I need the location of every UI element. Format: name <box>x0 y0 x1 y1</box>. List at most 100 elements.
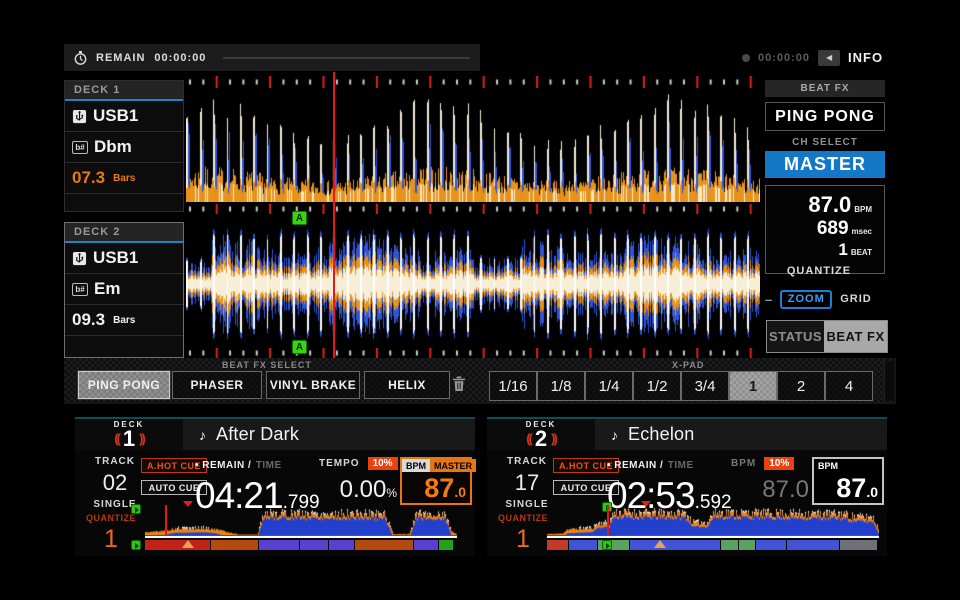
hot-cue-marker-icon <box>654 540 666 548</box>
hot-cue-marker-icon <box>182 540 194 548</box>
track-number-block: TRACK 17 SINGLE <box>501 456 553 510</box>
master-chip: MASTER <box>430 459 476 472</box>
beatfx-tab[interactable]: BEAT FX <box>824 321 887 352</box>
tempo-unit: % <box>386 486 397 500</box>
fx-button-vinyl-brake[interactable]: VINYL BRAKE <box>266 371 360 399</box>
playhead-line <box>333 72 335 360</box>
status-beatfx-toggle[interactable]: STATUS BEAT FX <box>766 320 888 353</box>
fx-button-ping-pong[interactable]: PING PONG <box>78 371 170 399</box>
status-tab[interactable]: STATUS <box>767 321 824 352</box>
fx-button-phaser[interactable]: PHASER <box>172 371 262 399</box>
usb-icon <box>72 251 87 266</box>
grid-button[interactable]: GRID <box>840 293 872 305</box>
bpm-dim-label: BPM <box>731 458 756 469</box>
status-dot <box>742 54 750 62</box>
xpad-cell-3-4[interactable]: 3/4 <box>681 371 729 401</box>
deck1-bars-row: 07.3 Bars <box>65 163 183 194</box>
track-number: 02 <box>89 470 141 496</box>
fx-button-helix[interactable]: HELIX <box>364 371 450 399</box>
bpm-dim-value: 87.0 <box>762 476 809 503</box>
fx-beat-value: 1 <box>838 240 847 260</box>
bpm-label: BPM <box>814 459 842 472</box>
overview-playhead <box>607 505 609 536</box>
track-title: Echelon <box>628 424 694 445</box>
deck2-bars-row: 09.3 Bars <box>65 305 183 336</box>
zoom-grid-row: – ZOOM GRID <box>765 289 887 309</box>
phrase-bar <box>547 540 877 550</box>
fx-strip: BEAT FX SELECT PING PONG PHASER VINYL BR… <box>64 358 896 404</box>
fx-msec-unit: msec <box>852 227 872 236</box>
xpad-cell-1[interactable]: 1 <box>729 371 777 401</box>
fx-beat-unit: BEAT <box>851 248 872 257</box>
bpm-value: 87 <box>836 473 866 503</box>
ch-select-label: CH SELECT <box>765 137 885 148</box>
deck2-source: USB1 <box>93 248 138 268</box>
track-label: TRACK <box>501 456 553 467</box>
deck2-source-row: USB1 <box>65 243 183 274</box>
bpm-box: BPM 87.0 <box>812 457 884 505</box>
cue-marker-icon <box>131 540 141 550</box>
deck1-bars-unit: Bars <box>113 173 135 184</box>
quantize-label: QUANTIZE <box>81 513 141 523</box>
xpad-cell-1-2[interactable]: 1/2 <box>633 371 681 401</box>
bpm-box: BPM MASTER 87.0 <box>400 457 472 505</box>
info-toggle-button[interactable]: ◀ <box>818 50 840 66</box>
deck1-titlebar: DECK (( 1 )) ♪ After Dark <box>75 417 475 450</box>
tempo-range-badge: 10% <box>764 457 794 470</box>
xpad-cell-1-4[interactable]: 1/4 <box>585 371 633 401</box>
track-title: After Dark <box>216 424 299 445</box>
deck2-overview[interactable] <box>547 503 879 553</box>
remain-bar: REMAIN 00:00:00 <box>64 44 480 71</box>
deck1-badge: DECK (( 1 )) <box>75 419 183 450</box>
bpm-frac: .0 <box>454 484 466 500</box>
beatfx-effect-display[interactable]: PING PONG <box>765 102 885 131</box>
elapsed-time: 00:00:00 <box>758 52 810 64</box>
progress-line <box>145 535 457 538</box>
deck2-info-panel[interactable]: DECK 2 USB1 b# Em 09.3 Bars <box>64 222 184 358</box>
deck1-source-row: USB1 <box>65 101 183 132</box>
left-triangle-icon: ◀ <box>826 53 832 62</box>
mid-beat-ticks <box>186 204 760 214</box>
track-number-block: TRACK 02 SINGLE <box>89 456 141 510</box>
deck2-key-row: b# Em <box>65 274 183 305</box>
remain-label: REMAIN <box>96 52 145 64</box>
music-note-icon: ♪ <box>199 427 206 443</box>
remain-progress-line <box>223 57 470 59</box>
tempo-range-badge: 10% <box>368 457 398 470</box>
deck2-main-waveform[interactable] <box>186 228 760 340</box>
deck2-overview-waveform[interactable] <box>547 505 879 535</box>
tempo-value: 0.00 <box>340 476 387 503</box>
deck1-beat-ticks <box>186 76 760 88</box>
deck1-cue-a-marker: A <box>292 211 307 225</box>
delete-icon[interactable] <box>452 376 466 397</box>
xpad-cell-4[interactable]: 4 <box>825 371 873 401</box>
quantize-label: QUANTIZE <box>493 513 553 523</box>
xpad-cell-2[interactable]: 2 <box>777 371 825 401</box>
fx-bpm-unit: BPM <box>854 205 872 214</box>
overview-playhead <box>165 505 167 536</box>
deck2-empty-row <box>65 336 183 357</box>
beatfx-select-label: BEAT FX SELECT <box>222 360 312 370</box>
xpad-cell-1-8[interactable]: 1/8 <box>537 371 585 401</box>
channel-select-button[interactable]: MASTER <box>765 151 885 178</box>
on-air-marks-left: (( <box>114 429 119 449</box>
beatfx-header: BEAT FX <box>765 80 885 97</box>
deck2-beat-ticks <box>186 348 760 358</box>
bpm-frac: .0 <box>866 484 878 500</box>
deck1-main-waveform[interactable] <box>186 90 760 202</box>
tempo-block: TEMPO 10% 0.00% <box>319 457 397 504</box>
deck1-overview-waveform[interactable] <box>145 505 457 535</box>
loop-marker-icon <box>183 501 193 507</box>
deck1-key-row: b# Dbm <box>65 132 183 163</box>
xpad-cell-1-16[interactable]: 1/16 <box>489 371 537 401</box>
tempo-label: TEMPO <box>319 458 360 469</box>
info-bar: 00:00:00 ◀ INFO <box>742 44 896 71</box>
deck1-info-panel[interactable]: DECK 1 USB1 b# Dbm 07.3 Bars <box>64 80 184 212</box>
progress-line <box>547 535 879 538</box>
on-air-marks-left: (( <box>526 429 531 449</box>
deck1-overview[interactable] <box>145 503 457 553</box>
cue-marker-icon <box>131 504 141 514</box>
zoom-minus: – <box>765 292 772 307</box>
zoom-button[interactable]: ZOOM <box>780 290 832 309</box>
waveform-display[interactable]: A A <box>186 72 760 362</box>
